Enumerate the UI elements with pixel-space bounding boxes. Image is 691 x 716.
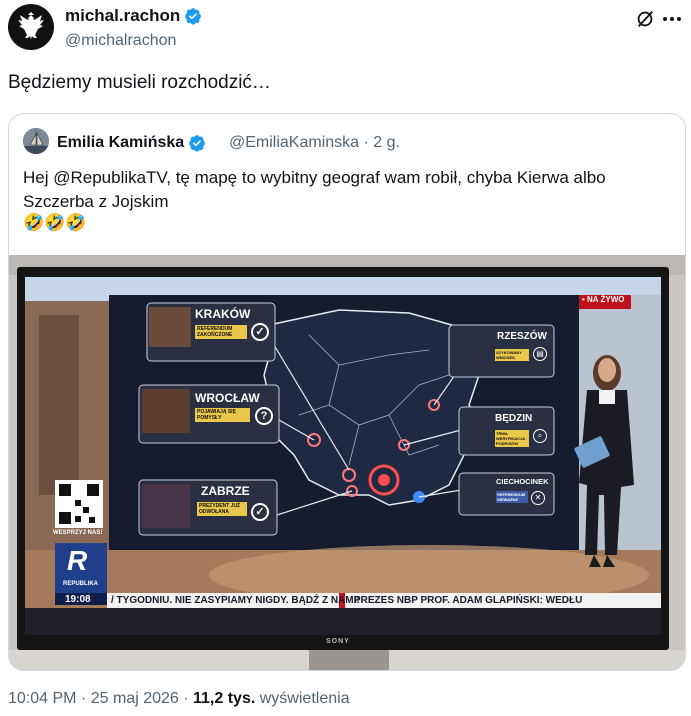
quote-photo[interactable]: • NA ŻYWO KRAKÓW REFERENDUM ZAKOŃCZONE ✓… [9,255,685,670]
city-mark-krakow: ✓ [251,323,269,341]
tv-photo-scene [9,255,685,670]
views-count: 11,2 tys. [193,690,256,707]
city-tag-krakow: REFERENDUM ZAKOŃCZONE [195,325,247,339]
author-name[interactable]: michal.rachon [65,6,202,26]
meta-separator: · [183,690,189,707]
city-name-ciechocinek: CIECHOCINEK [496,477,549,486]
city-name-zabrze: ZABRZE [201,484,250,498]
republika-logo-text: REPUBLIKA [63,581,99,587]
verified-badge-icon [189,135,206,152]
tweet-text: Będziemy musieli rozchodzić… [8,72,271,93]
ticker-left: / TYGODNIU. NIE ZASYPIAMY NIGDY. BĄDŹ Z … [111,595,360,606]
views-label: wyświetlenia [259,690,350,707]
city-mark-ciechocinek: ✕ [531,491,545,505]
author-avatar[interactable] [8,4,54,50]
city-mark-bedzin: ⌕ [533,429,547,443]
city-name-bedzin: BĘDZIN [495,413,533,424]
city-tag-ciechocinek: REFERENDUM NIEWAŻNE [496,491,528,503]
qr-label: WESPRZYJ NAS! [53,530,103,536]
meta-separator: · [80,690,87,707]
city-tag-rzeszow: SZYKOWANY WNIOSEK [495,349,529,361]
republika-logo-letter: R [67,545,88,576]
quote-author-avatar[interactable] [23,128,49,154]
city-mark-zabrze: ✓ [251,503,269,521]
tweet-meta: 10:04 PM · 25 maj 2026 · 11,2 tys. wyświ… [8,690,350,708]
sailboat-avatar-icon [23,128,49,154]
city-name-krakow: KRAKÓW [195,307,251,321]
clock: 19:08 [65,594,91,605]
author-name-text[interactable]: michal.rachon [65,6,180,26]
author-handle[interactable]: @michalrachon [65,32,176,50]
city-tag-zabrze: PREZYDENT JUŻ ODWOŁANA [197,502,247,516]
city-name-rzeszow: RZESZÓW [497,331,547,342]
quote-age: · 2 g. [363,134,400,151]
grok-icon[interactable] [634,8,656,30]
more-icon[interactable] [660,7,684,31]
tweet-date[interactable]: 25 maj 2026 [91,690,179,707]
quote-author-name[interactable]: Emilia Kamińska [57,134,206,152]
quote-emoji: 🤣🤣🤣 [23,213,87,232]
quote-text: Hej @RepublikaTV, tę mapę to wybitny geo… [23,168,606,211]
tweet-time[interactable]: 10:04 PM [8,690,76,707]
city-name-wroclaw: WROCŁAW [195,391,260,405]
city-mark-wroclaw: ? [255,407,273,425]
city-mark-rzeszow: ▤ [533,347,547,361]
city-tag-bedzin: TRWA WERYFIKACJA PODPISÓW [495,430,529,447]
eagle-avatar-icon [18,12,44,39]
tv-brand: SONY [326,638,350,645]
quote-handle-text[interactable]: @EmiliaKaminska [229,134,359,151]
quote-author-name-text[interactable]: Emilia Kamińska [57,134,184,152]
verified-badge-icon [185,8,202,25]
quoted-tweet[interactable]: Emilia Kamińska @EmiliaKaminska · 2 g. H… [8,113,686,671]
live-badge: • NA ŻYWO [582,295,625,304]
quote-author-handle[interactable]: @EmiliaKaminska · 2 g. [229,134,400,152]
city-tag-wroclaw: POJAWIAJĄ SIĘ POMYSŁY [195,408,250,422]
ticker-right: PREZES NBP PROF. ADAM GLAPIŃSKI: WEDŁU [354,595,583,606]
